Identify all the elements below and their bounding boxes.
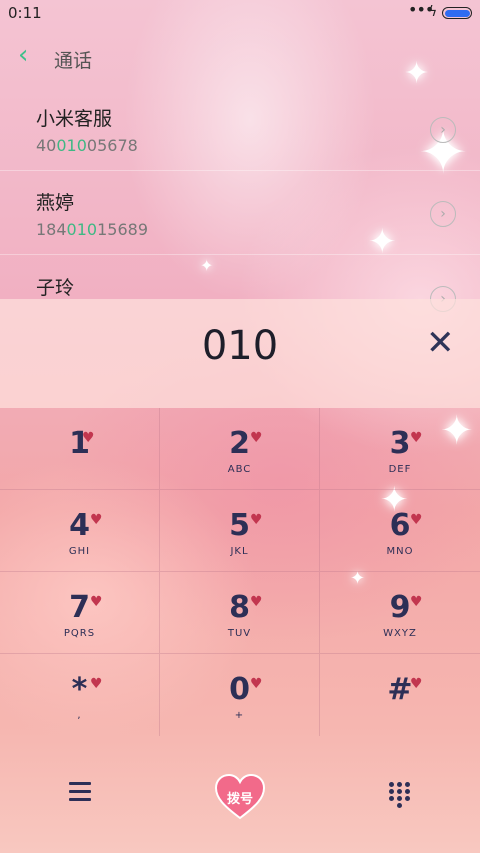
charging-icon: ϟ <box>428 4 438 20</box>
heart-icon: ♥ <box>410 430 423 446</box>
app-header: ‹ 通话 <box>0 36 480 80</box>
key-5[interactable]: 5 ♥ JKL <box>160 490 320 572</box>
status-bar: 0:11 ••• ϟ <box>0 0 480 28</box>
bottom-bar: 拨号 <box>0 740 480 853</box>
dial-button[interactable]: 拨号 <box>214 773 266 820</box>
key-2[interactable]: 2 ♥ ABC <box>160 408 320 490</box>
contact-number: 18401015689 <box>36 220 148 239</box>
status-time: 0:11 <box>8 4 42 22</box>
key-letters: MNO <box>386 546 414 557</box>
number-match: 010 <box>66 220 98 239</box>
heart-icon: ♥ <box>250 512 263 528</box>
heart-icon: ♥ <box>90 594 103 610</box>
key-letters: TUV <box>227 628 252 639</box>
number-prefix: 184 <box>36 220 67 239</box>
key-letters: , <box>77 710 82 721</box>
key-digit: 4 <box>69 508 90 543</box>
dialpad-icon[interactable] <box>389 782 411 808</box>
battery-fill <box>444 9 470 17</box>
key-digit: 0 <box>229 672 250 707</box>
heart-icon: ♥ <box>82 430 95 446</box>
key-star[interactable]: * ♥ , <box>0 654 160 736</box>
key-4[interactable]: 4 ♥ GHI <box>0 490 160 572</box>
key-digit: 7 <box>69 590 90 625</box>
dial-button-label: 拨号 <box>226 792 253 807</box>
contact-name: 燕婷 <box>36 192 75 214</box>
dialed-number: 010 <box>201 323 279 369</box>
key-6[interactable]: 6 ♥ MNO <box>320 490 480 572</box>
contact-number: 4001005678 <box>36 136 138 155</box>
key-digit: 6 <box>389 508 411 543</box>
number-suffix: 05678 <box>86 136 138 155</box>
key-letters: ABC <box>227 464 252 475</box>
menu-icon[interactable] <box>69 782 91 802</box>
number-suffix: 15689 <box>97 220 148 239</box>
key-digit: 2 <box>229 426 250 461</box>
key-digit: 3 <box>389 426 411 461</box>
heart-icon: ♥ <box>410 512 423 528</box>
contact-info-icon[interactable]: › <box>430 117 456 143</box>
divider <box>0 254 480 255</box>
contact-name: 小米客服 <box>36 108 113 130</box>
contact-item[interactable]: 燕婷 18401015689 › <box>0 188 480 272</box>
key-letters: + <box>234 710 245 721</box>
key-digit: 1 <box>69 426 90 461</box>
dialer-screen: ✦ ✦ ✦ ✦ ✦ ✦ ✦ 0:11 ••• ϟ ‹ 通话 小米客服 40010… <box>0 0 480 853</box>
key-letters: JKL <box>230 546 249 557</box>
number-display: 010 ✕ <box>0 299 480 408</box>
key-digit: 8 <box>229 590 250 625</box>
heart-icon: ♥ <box>410 594 423 610</box>
heart-icon: ♥ <box>250 594 263 610</box>
key-1[interactable]: 1 ♥ <box>0 408 160 490</box>
key-0[interactable]: 0 ♥ + <box>160 654 320 736</box>
dial-keypad: 1 ♥ 2 ♥ ABC 3 ♥ DEF 4 ♥ GHI 5 ♥ JKL 6 ♥ … <box>0 408 480 738</box>
heart-icon: ♥ <box>410 676 423 692</box>
key-letters: DEF <box>388 464 412 475</box>
contact-item[interactable]: 小米客服 4001005678 › <box>0 104 480 188</box>
number-prefix: 40 <box>36 136 57 155</box>
page-title: 通话 <box>54 50 93 72</box>
key-letters: WXYZ <box>383 628 417 639</box>
key-3[interactable]: 3 ♥ DEF <box>320 408 480 490</box>
key-digit: 9 <box>389 590 411 625</box>
heart-icon: ♥ <box>90 512 103 528</box>
heart-icon: ♥ <box>250 430 263 446</box>
key-8[interactable]: 8 ♥ TUV <box>160 572 320 654</box>
key-letters: GHI <box>68 546 91 557</box>
key-digit: 5 <box>229 508 250 543</box>
key-letters: PQRS <box>63 628 96 639</box>
key-hash[interactable]: # ♥ <box>320 654 480 736</box>
heart-icon: ♥ <box>250 676 263 692</box>
contact-info-icon[interactable]: › <box>430 201 456 227</box>
number-match: 010 <box>56 136 87 155</box>
key-7[interactable]: 7 ♥ PQRS <box>0 572 160 654</box>
battery-icon <box>442 7 472 19</box>
contact-name: 子玲 <box>36 277 75 299</box>
heart-icon: ♥ <box>90 676 103 692</box>
delete-icon[interactable]: ✕ <box>426 323 455 363</box>
divider <box>0 170 480 171</box>
key-digit: # <box>387 672 413 707</box>
key-digit: * <box>71 672 88 707</box>
back-icon[interactable]: ‹ <box>18 40 28 70</box>
key-9[interactable]: 9 ♥ WXYZ <box>320 572 480 654</box>
